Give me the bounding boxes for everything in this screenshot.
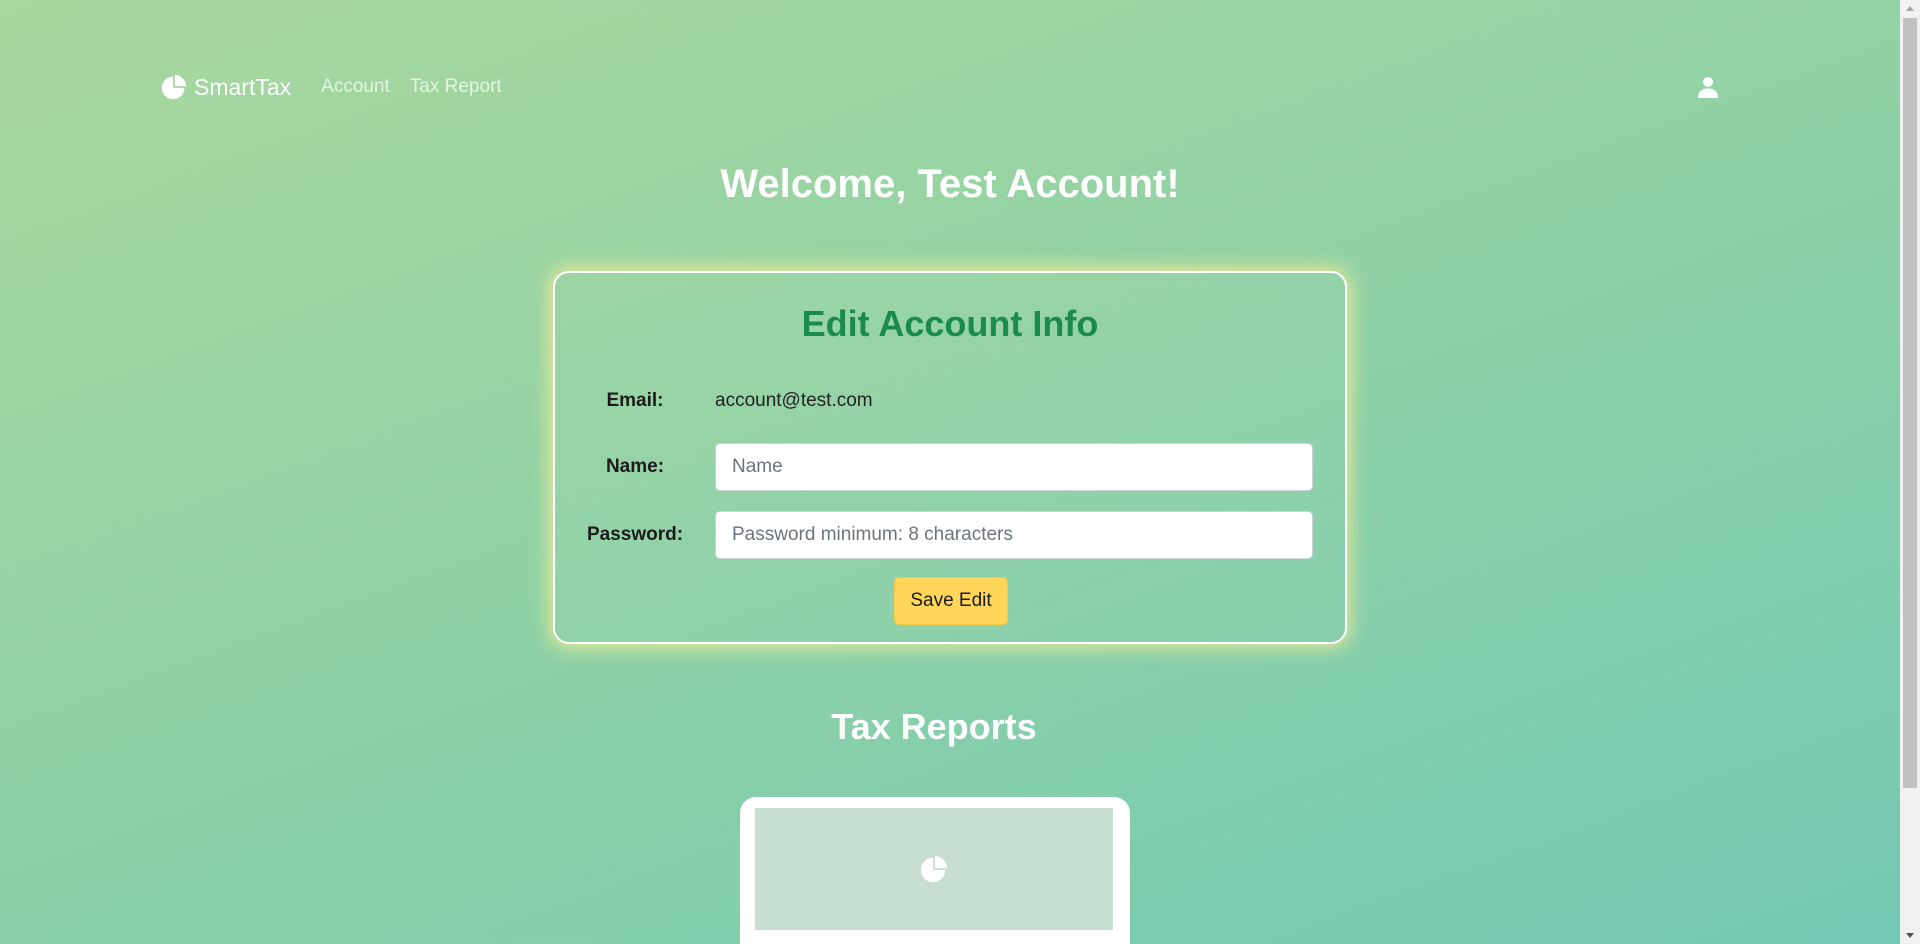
save-edit-button[interactable]: Save Edit (894, 577, 1008, 625)
report-thumbnail (755, 808, 1113, 930)
tax-reports-heading: Tax Reports (831, 706, 1037, 747)
edit-account-title: Edit Account Info (801, 303, 1099, 344)
tax-report-card[interactable] (740, 797, 1130, 944)
email-label: Email: (606, 390, 664, 411)
page: SmartTax Account Tax Report Welcome, Tes… (0, 0, 1900, 944)
nav-link-tax-report[interactable]: Tax Report (410, 76, 502, 98)
nav-link-account[interactable]: Account (321, 76, 390, 98)
email-row: Email: account@test.com (555, 377, 1345, 425)
welcome-heading: Welcome, Test Account! (720, 162, 1180, 206)
name-input[interactable] (715, 443, 1313, 491)
name-row: Name: (555, 443, 1345, 491)
user-menu-button[interactable] (1696, 75, 1720, 99)
scroll-down-arrow-icon[interactable] (1900, 927, 1920, 944)
pie-chart-icon (920, 855, 948, 883)
edit-account-card: Edit Account Info Email: account@test.co… (553, 271, 1347, 644)
navbar: SmartTax Account Tax Report (160, 70, 1720, 104)
user-icon (1698, 77, 1718, 98)
brand-link[interactable]: SmartTax (160, 73, 291, 101)
password-label: Password: (586, 524, 684, 545)
brand-name: SmartTax (194, 73, 292, 100)
vertical-scrollbar[interactable] (1900, 0, 1920, 944)
password-row: Password: (555, 511, 1345, 559)
name-label: Name: (605, 456, 665, 477)
scrollbar-thumb[interactable] (1903, 18, 1917, 788)
password-input[interactable] (715, 511, 1313, 559)
pie-chart-icon (161, 74, 187, 100)
email-value: account@test.com (715, 390, 873, 411)
scroll-up-arrow-icon[interactable] (1900, 0, 1920, 17)
